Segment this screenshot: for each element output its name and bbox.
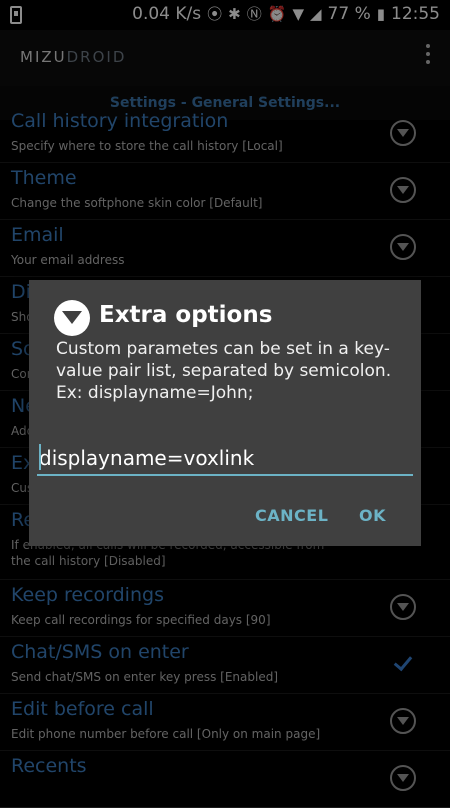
ok-button[interactable]: OK (359, 498, 386, 534)
text-cursor (39, 444, 41, 470)
dialog-description: Custom parametes can be set in a key-val… (56, 339, 392, 381)
cancel-button[interactable]: CANCEL (255, 498, 328, 534)
extra-options-input[interactable] (37, 442, 413, 476)
dialog-message: Custom parametes can be set in a key-val… (56, 338, 396, 404)
dialog-title: Extra options (99, 302, 273, 328)
extra-options-dialog: Extra options Custom parametes can be se… (29, 280, 421, 546)
dialog-example: Ex: displayname=John; (56, 383, 254, 403)
chevron-down-circle-icon (54, 300, 90, 336)
